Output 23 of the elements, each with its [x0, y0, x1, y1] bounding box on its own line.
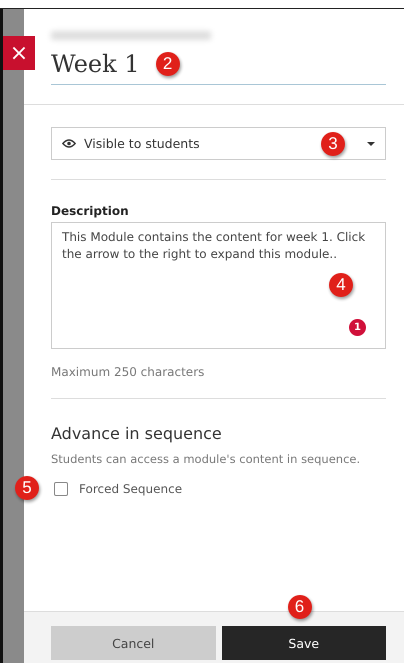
callout-marker: 6	[288, 595, 312, 619]
callout-marker: 5	[15, 476, 39, 500]
section-heading: Advance in sequence	[51, 424, 223, 443]
section-description: Students can access a module's content in sequence.	[51, 452, 362, 466]
description-field[interactable]: This Module contains the content for week 1. Click the arrow to the right to expand this module.. 4 1	[51, 222, 386, 349]
checkbox[interactable]	[54, 482, 68, 496]
eye-icon	[62, 138, 76, 149]
callout-marker: 3	[321, 132, 345, 156]
visibility-dropdown[interactable]: Visible to students 3	[51, 127, 386, 160]
close-button[interactable]: ×	[3, 36, 35, 70]
description-text: This Module contains the content for week 1. Click the arrow to the right to expand this module..	[62, 230, 366, 261]
callout-marker: 2	[156, 52, 180, 76]
title-text: Week 1	[51, 50, 140, 78]
visibility-value: Visible to students	[84, 136, 201, 151]
count-badge: 1	[349, 319, 366, 336]
character-limit-hint: Maximum 250 characters	[51, 365, 206, 379]
checkbox-label: Forced Sequence	[79, 482, 182, 496]
save-button[interactable]: Save	[222, 626, 386, 660]
title-field[interactable]: Week 1 2	[51, 50, 386, 85]
cancel-button[interactable]: Cancel	[51, 626, 216, 660]
caret-icon	[367, 142, 375, 146]
description-label: Description	[51, 204, 130, 218]
callout-marker: 4	[329, 273, 353, 297]
